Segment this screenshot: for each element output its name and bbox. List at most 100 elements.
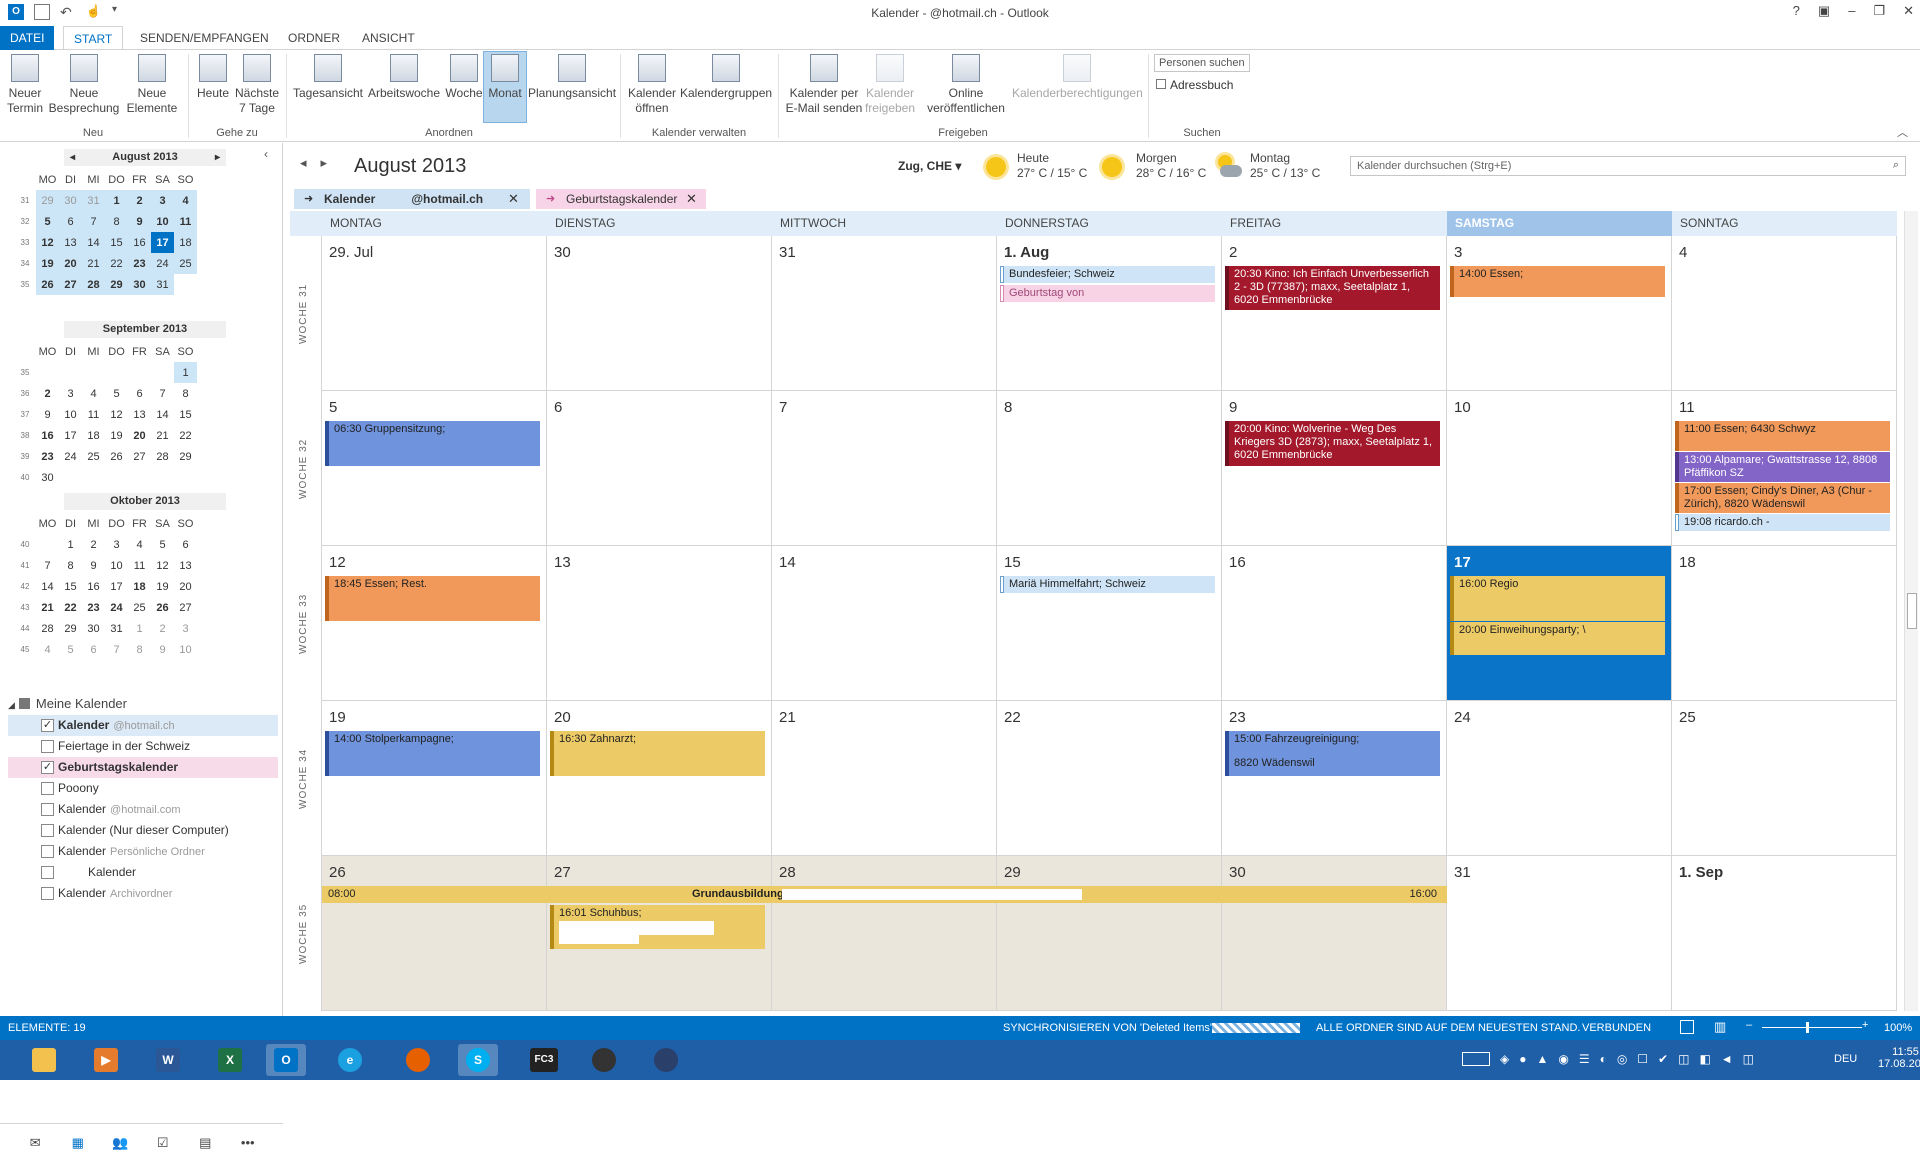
mini-calendar-day[interactable]: 28	[151, 446, 174, 467]
calendar-event[interactable]: 14:00 Essen;	[1450, 266, 1665, 297]
mini-calendar-day[interactable]: 2	[36, 383, 59, 404]
mini-calendar-day[interactable]: 13	[59, 232, 82, 253]
farcry3-taskbar-button[interactable]: FC3	[522, 1044, 562, 1076]
mini-calendar-day[interactable]: 11	[128, 555, 151, 576]
mini-calendar-day[interactable]: 26	[151, 597, 174, 618]
tray-icons[interactable]: ◈●▲◉☰◐◎☐✔◫◧◄◫	[1500, 1052, 1764, 1066]
search-icon[interactable]: ⌕	[1893, 159, 1899, 172]
calendar-event[interactable]: 18:45 Essen; Rest.	[325, 576, 540, 621]
mini-calendar-day[interactable]: 15	[59, 576, 82, 597]
mini-calendar-day[interactable]: 12	[36, 232, 59, 253]
mini-calendar-day[interactable]: 16	[36, 425, 59, 446]
mini-calendar-day[interactable]: 10	[174, 639, 197, 660]
mini-calendar-day[interactable]: 31	[105, 618, 128, 639]
mini-calendar-day[interactable]: 21	[36, 597, 59, 618]
mini-calendar-day[interactable]: 13	[174, 555, 197, 576]
multiday-event[interactable]: 08:00 Grundausbildung 16:00	[322, 886, 1447, 903]
calendar-list-item[interactable]: Kalender Archivordner	[8, 883, 278, 904]
prev-month-icon[interactable]: ◂	[70, 149, 75, 166]
calendar-list-item[interactable]: ✓ Geburtstagskalender	[8, 757, 278, 778]
mini-calendar-day[interactable]: 8	[174, 383, 197, 404]
day-cell[interactable]: 4	[1672, 236, 1897, 391]
group-checkbox[interactable]	[18, 698, 30, 709]
app-taskbar-button[interactable]	[646, 1044, 686, 1076]
mini-calendar-day[interactable]: 15	[105, 232, 128, 253]
day-cell[interactable]: 14	[772, 546, 997, 701]
calendar-event[interactable]: 16:01 Schuhbus;	[550, 905, 765, 949]
location-selector[interactable]: Zug, CHE ▾	[898, 159, 961, 173]
minimize-button[interactable]: –	[1848, 3, 1855, 19]
mini-calendar-day[interactable]: 1	[59, 534, 82, 555]
calendar-list-item[interactable]: Kalender Persönliche Ordner	[8, 841, 278, 862]
publish-online-button[interactable]: Online veröffentlichen	[918, 54, 1014, 116]
mini-calendar-day[interactable]: 14	[82, 232, 105, 253]
mini-calendar-day[interactable]: 16	[128, 232, 151, 253]
mini-calendar-day[interactable]: 15	[174, 404, 197, 425]
mini-calendar-day[interactable]: 6	[59, 211, 82, 232]
calendar-list-item[interactable]: Kalender	[8, 862, 278, 883]
new-appointment-button[interactable]: Neuer Termin	[4, 54, 46, 116]
mini-calendar-day[interactable]: 24	[59, 446, 82, 467]
clock[interactable]: 11:5517.08.2013	[1878, 1046, 1920, 1070]
mini-calendar-day[interactable]: 23	[36, 446, 59, 467]
mini-calendar-day[interactable]: 19	[105, 425, 128, 446]
mini-calendar-day[interactable]: 30	[82, 618, 105, 639]
mini-calendar-day[interactable]: 26	[36, 274, 59, 295]
mini-calendar-day[interactable]: 22	[105, 253, 128, 274]
calendar-checkbox[interactable]	[41, 782, 54, 795]
zoom-in-icon[interactable]: +	[1862, 1019, 1868, 1031]
keyboard-icon[interactable]	[1462, 1052, 1490, 1066]
mini-calendar-day[interactable]: 11	[82, 404, 105, 425]
skype-taskbar-button[interactable]: S	[458, 1044, 498, 1076]
firefox-taskbar-button[interactable]	[398, 1044, 438, 1076]
mini-calendar-day[interactable]: 6	[128, 383, 151, 404]
next-month-icon[interactable]: ▸	[215, 149, 220, 166]
mini-calendar-day[interactable]: 27	[174, 597, 197, 618]
mini-calendar-day[interactable]: 20	[174, 576, 197, 597]
next-7-days-button[interactable]: Nächste 7 Tage	[234, 54, 280, 116]
mini-calendar-day[interactable]: 30	[59, 190, 82, 211]
mini-calendar-day[interactable]: 19	[151, 576, 174, 597]
mini-calendar-day[interactable]: 19	[36, 253, 59, 274]
mini-calendar-day[interactable]: 7	[151, 383, 174, 404]
calendar-list-item[interactable]: Kalender @hotmail.com	[8, 799, 278, 820]
mini-calendar-day[interactable]: 18	[82, 425, 105, 446]
my-calendars-header[interactable]: ◢ Meine Kalender	[8, 693, 278, 715]
day-cell[interactable]: 8	[997, 391, 1222, 546]
calendar-event[interactable]: 11:00 Essen; 6430 Schwyz	[1675, 421, 1890, 451]
mini-calendar-day[interactable]: 20	[128, 425, 151, 446]
day-cell[interactable]: 30	[547, 236, 772, 391]
mini-calendar-day[interactable]: 26	[105, 446, 128, 467]
zoom-out-icon[interactable]: –	[1746, 1019, 1752, 1031]
mini-calendar-day[interactable]: 14	[36, 576, 59, 597]
mini-calendar-day[interactable]: 18	[128, 576, 151, 597]
schedule-view-button[interactable]: Planungsansicht	[528, 54, 616, 101]
calendar-event[interactable]: 15:00 Fahrzeugreinigung; 8820 Wädenswil	[1225, 731, 1440, 776]
day-cell[interactable]: 20	[547, 701, 772, 856]
vertical-scrollbar[interactable]	[1904, 211, 1918, 1011]
more-icon[interactable]: •••	[239, 1135, 257, 1150]
mini-calendar-day[interactable]: 18	[174, 232, 197, 253]
close-tab-icon[interactable]: ✕	[686, 189, 697, 209]
outlook-taskbar-button[interactable]: O	[266, 1044, 306, 1076]
calendar-checkbox[interactable]	[41, 866, 54, 879]
calendar-event[interactable]: Geburtstag von	[1000, 285, 1215, 302]
calendar-checkbox[interactable]	[41, 824, 54, 837]
tab-view[interactable]: ANSICHT	[352, 26, 425, 50]
calendar-permissions-button[interactable]: Kalenderberechtigungen	[1012, 54, 1143, 101]
zoom-slider[interactable]	[1762, 1027, 1862, 1028]
mini-calendar-day[interactable]: 7	[105, 639, 128, 660]
calendar-checkbox[interactable]	[41, 740, 54, 753]
mini-calendar-day[interactable]: 9	[128, 211, 151, 232]
day-cell[interactable]: 12	[322, 546, 547, 701]
mini-calendar-day[interactable]: 25	[82, 446, 105, 467]
week-view-button[interactable]: Woche	[444, 54, 484, 101]
mini-calendar-day[interactable]: 4	[36, 639, 59, 660]
mini-calendar-day[interactable]: 10	[59, 404, 82, 425]
day-view-button[interactable]: Tagesansicht	[292, 54, 364, 101]
tab-send-receive[interactable]: SENDEN/EMPFANGEN	[130, 26, 279, 50]
mini-calendar-day[interactable]: 17	[59, 425, 82, 446]
mini-calendar-day[interactable]: 4	[174, 190, 197, 211]
language-indicator[interactable]: DEU	[1834, 1053, 1857, 1065]
day-cell[interactable]: 24	[1447, 701, 1672, 856]
